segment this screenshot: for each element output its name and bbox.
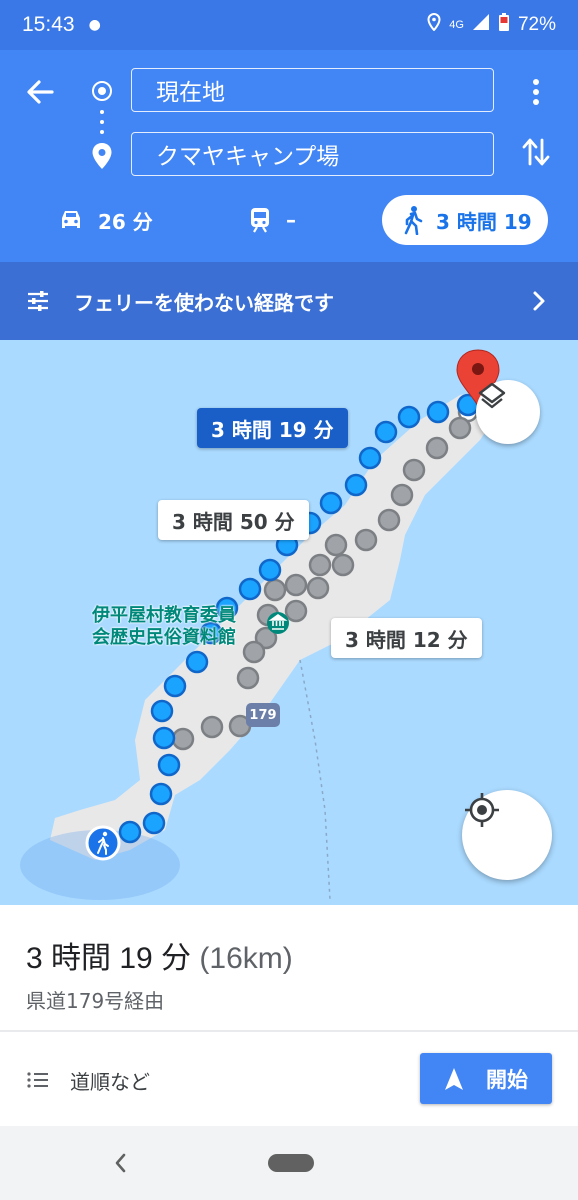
route-shield: 179 — [246, 703, 280, 727]
destination-pin-icon — [91, 142, 113, 170]
divider — [0, 1030, 578, 1032]
notification-dot: ● — [88, 17, 101, 33]
walk-duration: 3 時間 19 — [436, 209, 532, 234]
summary-duration: 3 時間 19 分 — [26, 942, 192, 975]
navigation-arrow-icon — [445, 1067, 463, 1090]
status-bar: 15:43 ● 4G 72% — [0, 0, 578, 50]
summary-distance: (16km) — [199, 942, 293, 975]
battery-percent: 72% — [517, 14, 556, 35]
route-summary[interactable]: 3 時間 19 分 (16km) 県道179号経由 — [0, 905, 578, 1030]
car-icon — [62, 211, 80, 228]
swap-button[interactable] — [520, 134, 552, 170]
travel-modes: 26 分 – 3 時間 19 — [0, 193, 578, 247]
museum-icon — [267, 612, 289, 634]
poi-label-line2: 会歴史民俗資料館 — [92, 627, 236, 648]
walking-icon — [404, 206, 423, 235]
battery-icon — [498, 12, 510, 38]
map-view[interactable]: 3 時間 19 分 3 時間 50 分 3 時間 12 分 伊平屋村教育委員 会… — [0, 340, 578, 905]
signal-icon — [472, 13, 490, 37]
network-type: 4G — [449, 19, 464, 31]
layers-button[interactable] — [476, 380, 540, 444]
system-nav-bar — [0, 1126, 578, 1200]
directions-header: 現在地 クマヤキャンプ場 26 分 – 3 時間 19 — [0, 50, 578, 262]
route-label-selected[interactable]: 3 時間 19 分 — [197, 408, 348, 448]
mode-car[interactable]: 26 分 — [58, 193, 153, 247]
arrow-left-icon — [27, 80, 54, 104]
route-connector — [100, 110, 104, 134]
location-icon — [427, 12, 441, 37]
origin-field[interactable]: 現在地 — [131, 68, 494, 112]
my-location-button[interactable] — [462, 790, 552, 880]
back-button[interactable] — [22, 74, 58, 110]
steps-button[interactable]: 道順など — [26, 1060, 150, 1100]
status-time: 15:43 — [22, 13, 75, 36]
mode-walk-selected[interactable]: 3 時間 19 — [382, 195, 548, 245]
more-options-button[interactable] — [522, 74, 550, 110]
walking-start-marker — [85, 825, 121, 861]
summary-via: 県道179号経由 — [26, 989, 165, 1013]
nav-back-icon[interactable] — [110, 1150, 130, 1176]
layers-icon — [478, 382, 506, 409]
car-duration: 26 分 — [98, 209, 153, 234]
crosshair-icon — [465, 793, 499, 827]
swap-icon — [522, 138, 550, 166]
poi-label[interactable]: 伊平屋村教育委員 会歴史民俗資料館 — [92, 605, 236, 649]
options-sliders-icon — [28, 291, 48, 311]
nav-home-pill[interactable] — [268, 1154, 314, 1172]
list-icon — [27, 1072, 48, 1088]
mode-transit[interactable]: – — [248, 193, 296, 247]
start-label: 開始 — [486, 1067, 528, 1092]
ferry-notice-text: フェリーを使わない経路です — [74, 290, 334, 315]
route-label-alt2[interactable]: 3 時間 12 分 — [331, 618, 482, 658]
ferry-notice-bar[interactable]: フェリーを使わない経路です — [0, 262, 578, 340]
summary-duration-line: 3 時間 19 分 (16km) — [26, 933, 293, 977]
destination-field[interactable]: クマヤキャンプ場 — [131, 132, 494, 176]
ferry-dashed-line — [299, 659, 331, 901]
chevron-right-icon — [533, 291, 545, 311]
start-navigation-button[interactable]: 開始 — [420, 1053, 552, 1104]
status-icons: 4G 72% — [427, 12, 556, 38]
route-label-alt1[interactable]: 3 時間 50 分 — [158, 500, 309, 540]
steps-label: 道順など — [70, 1069, 150, 1094]
origin-icon — [92, 81, 112, 101]
train-icon — [251, 208, 269, 233]
poi-label-line1: 伊平屋村教育委員 — [92, 605, 236, 626]
transit-duration: – — [286, 208, 296, 232]
